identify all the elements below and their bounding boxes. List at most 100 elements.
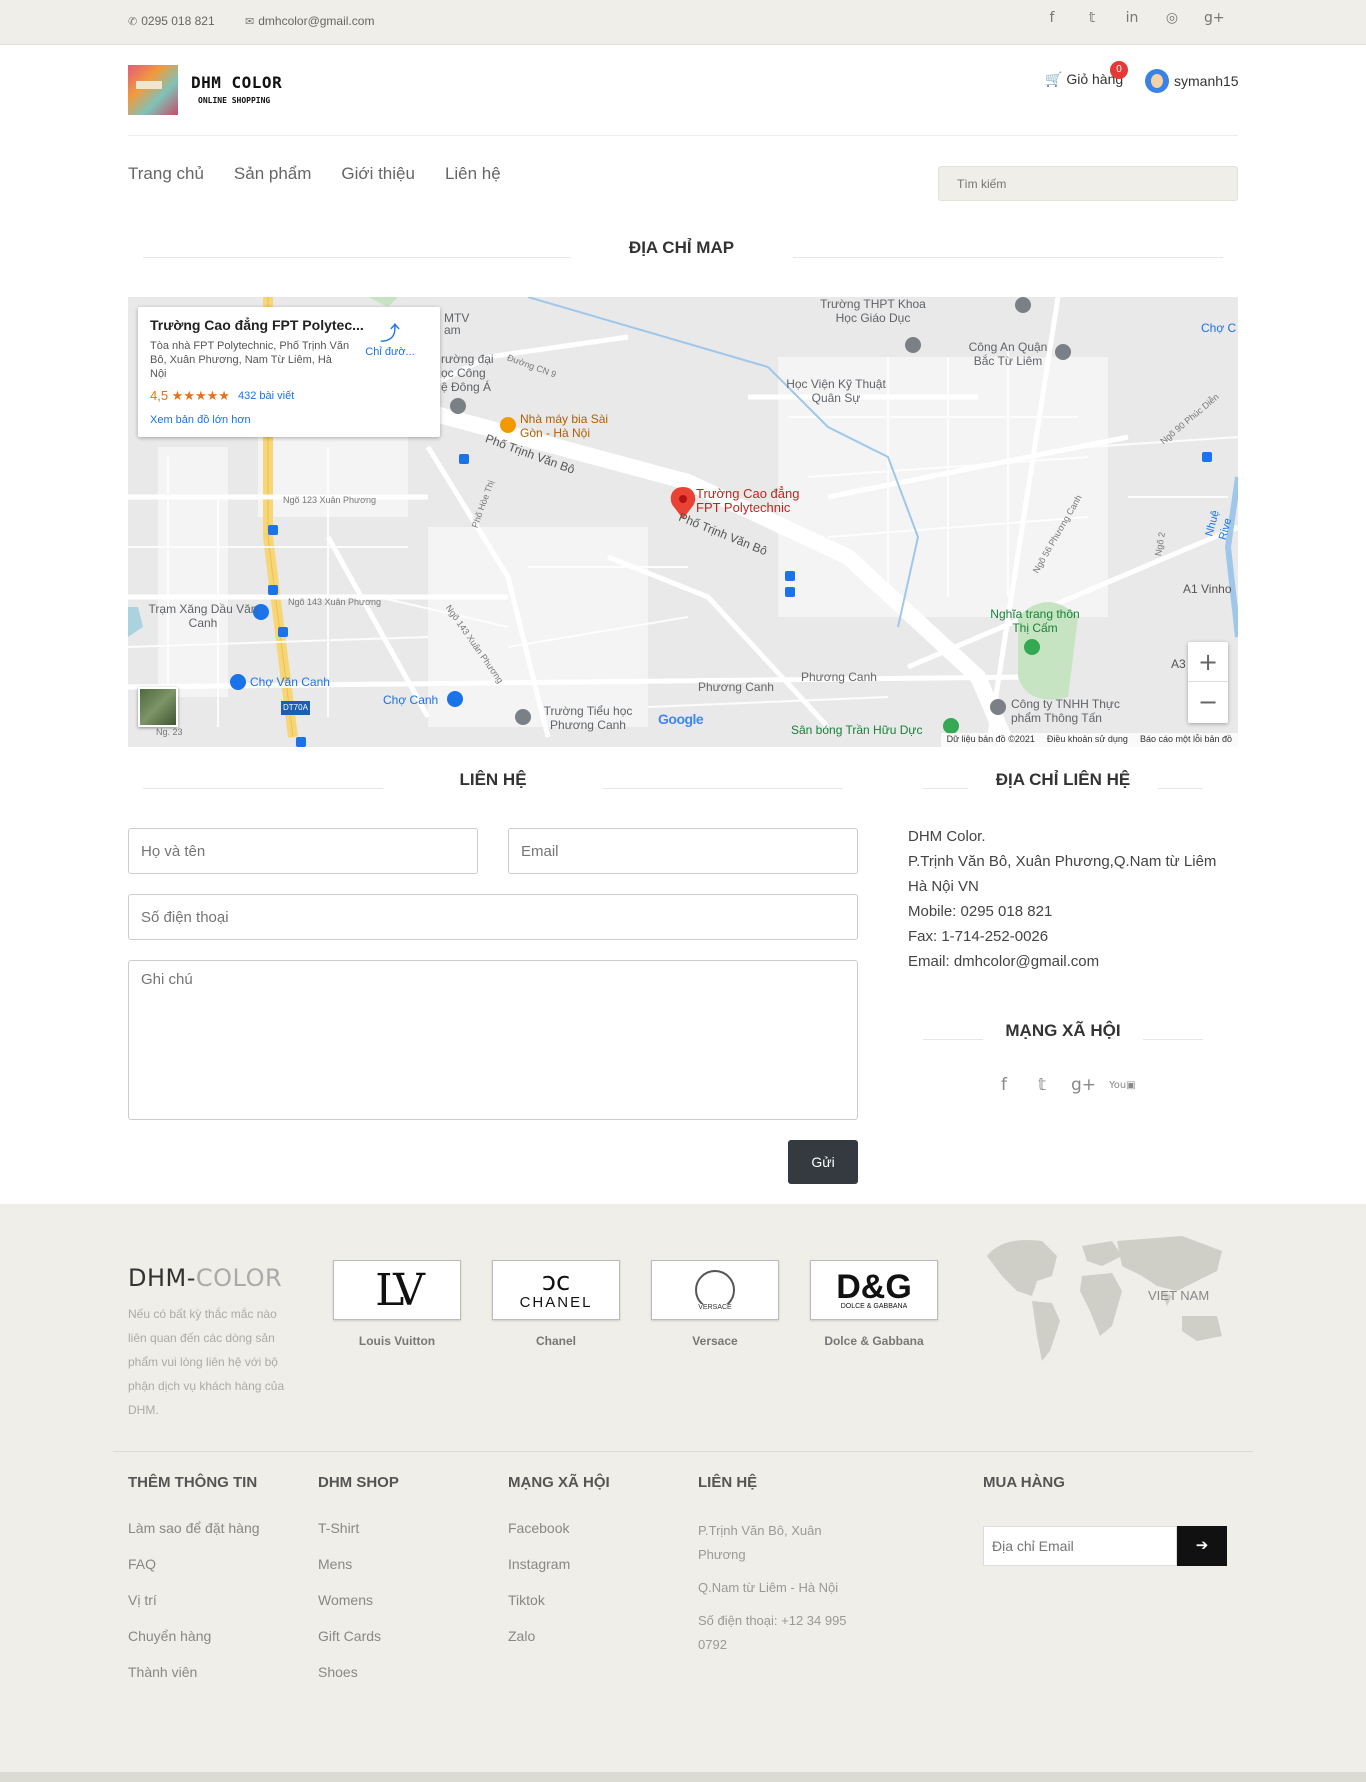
map-place-label[interactable]: Chợ Văn Canh <box>250 675 330 689</box>
chanel-cc-icon: ↄc <box>541 1266 571 1297</box>
cart-count-badge: 0 <box>1110 61 1128 79</box>
footer-link[interactable]: T-Shirt <box>318 1519 399 1555</box>
map-card-reviews-link[interactable]: 432 bài viết <box>238 390 294 402</box>
map-street-label: Ngõ 143 Xuân Phương <box>288 597 381 607</box>
footer-contact-line: Số điện thoại: +12 34 995 0792 <box>698 1613 847 1652</box>
cart-icon: 🛒 <box>1045 71 1063 87</box>
map-place-card: Trường Cao đẳng FPT Polytec... Tòa nhà F… <box>138 307 440 437</box>
cart-link[interactable]: 🛒 Giỏ hàng 0 <box>1045 61 1128 88</box>
brand-name: Louis Vuitton <box>358 1334 436 1348</box>
footer-link[interactable]: Vị trí <box>128 1591 260 1627</box>
map-place-label[interactable]: Công ty TNHH Thực phẩm Thông Tấn <box>1011 697 1121 725</box>
footer-col-title: LIÊN HỆ <box>698 1474 758 1491</box>
logo-title[interactable]: DHM COLOR <box>191 73 282 92</box>
footer-link[interactable]: Womens <box>318 1591 399 1627</box>
map-place-label[interactable]: Trạm Xăng Dầu Văn Canh <box>148 602 258 630</box>
brand-chanel[interactable]: ↄc CHANEL Chanel <box>492 1260 620 1348</box>
email-field[interactable] <box>508 828 858 874</box>
phone-field[interactable] <box>128 894 858 940</box>
map-place-label[interactable]: Trường Tiểu học Phương Canh <box>533 704 643 732</box>
satellite-toggle[interactable] <box>138 687 178 727</box>
map-place-label: A3 <box>1171 657 1186 671</box>
nav-item-products[interactable]: Sản phẩm <box>234 164 312 184</box>
logo-image[interactable] <box>128 65 178 115</box>
facebook-icon[interactable]: f <box>1044 10 1060 28</box>
address-line: Fax: 1-714-252-0026 <box>908 928 1049 945</box>
dribbble-icon[interactable]: ◎ <box>1164 10 1180 28</box>
brand-name: Chanel <box>535 1334 576 1348</box>
facebook-icon[interactable]: f <box>995 1075 1013 1097</box>
map-street-label: Phương Canh <box>698 680 774 694</box>
footer-link[interactable]: FAQ <box>128 1555 260 1591</box>
footer-divider <box>113 1451 1253 1452</box>
twitter-icon[interactable]: 𝕥 <box>1033 1075 1051 1097</box>
map-place-label[interactable]: Trường THPT Khoa Học Giáo Dục <box>808 297 938 325</box>
brand-louis-vuitton[interactable]: LV Louis Vuitton <box>333 1260 461 1348</box>
footer-link[interactable]: Zalo <box>508 1627 610 1663</box>
nav-item-home[interactable]: Trang chủ <box>128 164 204 184</box>
send-button[interactable]: Gửi <box>788 1140 858 1184</box>
map-data-credit: Dữ liệu bản đồ ©2021 <box>946 734 1035 744</box>
zoom-in-button[interactable]: + <box>1188 642 1228 682</box>
footer-contact-line: P.Trịnh Văn Bô, Xuân Phương <box>698 1523 822 1562</box>
google-plus-icon[interactable]: g+ <box>1204 10 1225 28</box>
search-input[interactable] <box>938 166 1238 201</box>
footer-link[interactable]: Shoes <box>318 1663 399 1699</box>
address-line: Email: dmhcolor@gmail.com <box>908 953 1100 970</box>
footer-link[interactable]: Instagram <box>508 1555 610 1591</box>
map-attribution: Dữ liệu bản đồ ©2021 Điều khoản sử dụng … <box>940 733 1238 747</box>
footer-link[interactable]: Làm sao để đặt hàng <box>128 1519 260 1555</box>
social-heading: MẠNG XÃ HỘI <box>1005 1021 1121 1040</box>
directions-button[interactable]: ⤴ Chỉ đườ... <box>362 317 418 358</box>
brand-logo: VERSACE <box>651 1260 779 1320</box>
view-larger-map-link[interactable]: Xem bản đồ lớn hơn <box>150 414 251 426</box>
map-terms-link[interactable]: Điều khoản sử dụng <box>1047 734 1128 746</box>
directions-icon: ⤴ <box>380 323 400 345</box>
zoom-out-button[interactable]: − <box>1188 682 1228 722</box>
map-report-link[interactable]: Báo cáo một lỗi bản đồ <box>1140 734 1232 746</box>
map-place-label[interactable]: Nhà máy bia Sài Gòn - Hà Nội <box>520 412 630 440</box>
user-menu[interactable]: symanh15 <box>1145 69 1239 93</box>
google-map[interactable]: Trường Cao đẳng FPT Polytechnic Nhà máy … <box>128 297 1238 747</box>
map-pin-label[interactable]: Trường Cao đẳng FPT Polytechnic <box>696 487 816 515</box>
heading-divider <box>923 788 968 789</box>
footer-description: Nếu có bất kỳ thắc mắc nào liên quan đến… <box>128 1307 285 1417</box>
contact-heading: LIÊN HỆ <box>459 770 527 789</box>
youtube-icon[interactable]: You▣ <box>1109 1075 1136 1097</box>
map-road-shield: DT70A <box>281 701 310 715</box>
footer-link[interactable]: Mens <box>318 1555 399 1591</box>
heading-divider <box>603 788 843 789</box>
map-card-rating: 4,5 ★★★★★ <box>150 388 230 403</box>
nav-item-contact[interactable]: Liên hệ <box>445 164 501 184</box>
brand-name: Dolce & Gabbana <box>824 1334 924 1348</box>
map-place-label[interactable]: Học Viện Kỹ Thuật Quân Sự <box>786 377 886 405</box>
map-place-label[interactable]: Sân bóng Trần Hữu Dực <box>791 723 922 737</box>
note-field[interactable] <box>128 960 858 1120</box>
linkedin-icon[interactable]: in <box>1124 10 1140 28</box>
google-plus-icon[interactable]: g+ <box>1071 1075 1096 1097</box>
footer-link[interactable]: Facebook <box>508 1519 610 1555</box>
map-street-label: Ngõ 123 Xuân Phương <box>283 495 376 505</box>
subscribe-email-input[interactable] <box>983 1526 1177 1566</box>
map-place-label[interactable]: Nghĩa trang thôn Thị Cấm <box>990 607 1080 635</box>
brand-dolce-gabbana[interactable]: D&G DOLCE & GABBANA Dolce & Gabbana <box>810 1260 938 1348</box>
map-place-label[interactable]: Chợ Canh <box>383 693 438 707</box>
footer-link[interactable]: Thành viên <box>128 1663 260 1699</box>
brand-logo: D&G DOLCE & GABBANA <box>810 1260 938 1320</box>
footer-link[interactable]: Chuyển hàng <box>128 1627 260 1663</box>
heading-divider <box>143 788 383 789</box>
map-place-label[interactable]: Công An Quận Bắc Từ Liêm <box>958 340 1058 368</box>
heading-divider <box>793 257 1223 258</box>
footer-col-title: MUA HÀNG <box>983 1474 1065 1491</box>
phone-icon: ✆ <box>128 16 138 28</box>
twitter-icon[interactable]: 𝕥 <box>1084 10 1100 28</box>
footer-link[interactable]: Gift Cards <box>318 1627 399 1663</box>
nav-item-about[interactable]: Giới thiệu <box>341 164 415 184</box>
brand-versace[interactable]: VERSACE Versace <box>651 1260 779 1348</box>
footer-link[interactable]: Tiktok <box>508 1591 610 1627</box>
heading-divider <box>1143 1039 1203 1040</box>
footer-logo[interactable]: DHM-COLOR <box>128 1264 282 1292</box>
name-field[interactable] <box>128 828 478 874</box>
subscribe-button[interactable]: ➔ <box>1177 1526 1227 1566</box>
heading-divider <box>1158 788 1203 789</box>
